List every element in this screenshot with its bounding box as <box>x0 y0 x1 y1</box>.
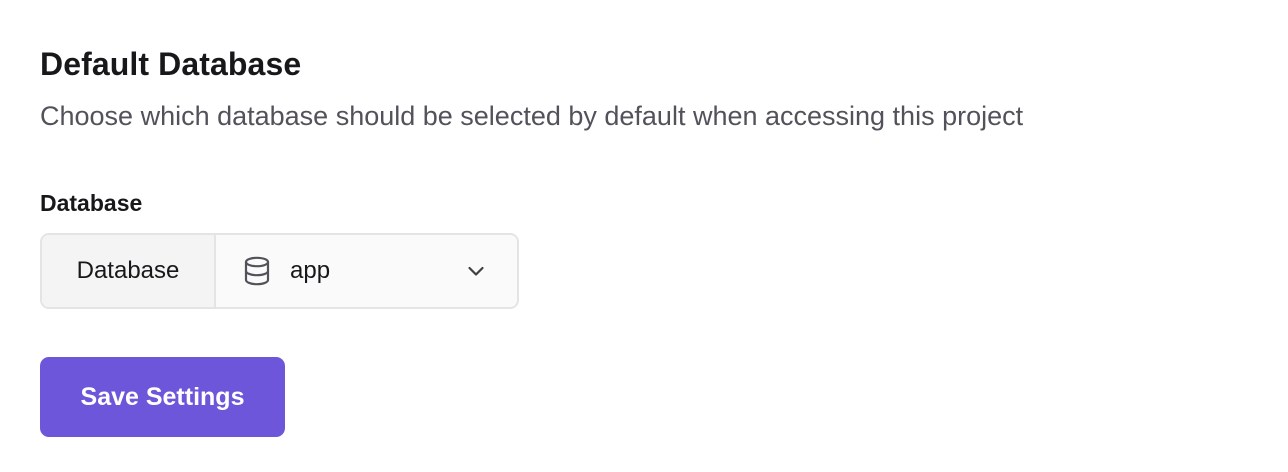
save-settings-button[interactable]: Save Settings <box>40 357 285 437</box>
database-field-label: Database <box>40 190 143 216</box>
default-database-section: Default Database Choose which database s… <box>40 0 1280 472</box>
database-addon-label: Database <box>42 235 216 307</box>
chevron-down-icon <box>465 260 487 282</box>
database-select[interactable]: app <box>216 235 517 307</box>
database-icon <box>242 255 272 287</box>
database-select-value: app <box>290 257 331 284</box>
section-title: Default Database <box>40 46 302 82</box>
section-description: Choose which database should be selected… <box>40 101 1024 131</box>
database-select-group: Database app <box>40 233 519 309</box>
